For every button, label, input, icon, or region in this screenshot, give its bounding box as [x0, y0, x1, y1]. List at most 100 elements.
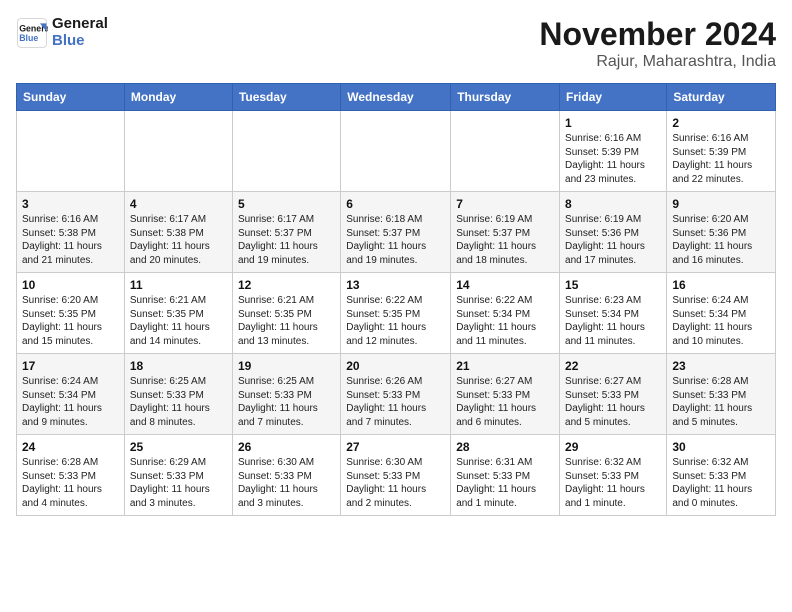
day-number: 8 — [565, 197, 661, 211]
page-header: General Blue General Blue November 2024 … — [16, 16, 776, 71]
day-info: Sunrise: 6:16 AM Sunset: 5:38 PM Dayligh… — [22, 213, 119, 267]
day-cell: 22 Sunrise: 6:27 AM Sunset: 5:33 PM Dayli… — [560, 354, 667, 435]
day-info: Sunrise: 6:17 AM Sunset: 5:37 PM Dayligh… — [238, 213, 335, 267]
day-number: 15 — [565, 278, 661, 292]
day-info: Sunrise: 6:27 AM Sunset: 5:33 PM Dayligh… — [456, 375, 554, 429]
day-cell: 19 Sunrise: 6:25 AM Sunset: 5:33 PM Dayli… — [232, 354, 340, 435]
day-info: Sunrise: 6:30 AM Sunset: 5:33 PM Dayligh… — [346, 456, 445, 510]
day-cell: 10 Sunrise: 6:20 AM Sunset: 5:35 PM Dayli… — [17, 273, 125, 354]
day-info: Sunrise: 6:17 AM Sunset: 5:38 PM Dayligh… — [130, 213, 227, 267]
day-number: 11 — [130, 278, 227, 292]
day-number: 9 — [672, 197, 770, 211]
day-cell: 2Sunrise: 6:16 AM Sunset: 5:39 PM Daylig… — [667, 111, 776, 192]
calendar-table: SundayMondayTuesdayWednesdayThursdayFrid… — [16, 83, 776, 516]
day-cell: 24 Sunrise: 6:28 AM Sunset: 5:33 PM Dayli… — [17, 435, 125, 516]
day-cell: 20 Sunrise: 6:26 AM Sunset: 5:33 PM Dayli… — [341, 354, 451, 435]
day-number: 3 — [22, 197, 119, 211]
day-number: 2 — [672, 116, 770, 130]
day-info: Sunrise: 6:21 AM Sunset: 5:35 PM Dayligh… — [130, 294, 227, 348]
weekday-header-thursday: Thursday — [451, 84, 560, 111]
day-cell: 13 Sunrise: 6:22 AM Sunset: 5:35 PM Dayli… — [341, 273, 451, 354]
day-info: Sunrise: 6:27 AM Sunset: 5:33 PM Dayligh… — [565, 375, 661, 429]
day-number: 30 — [672, 440, 770, 454]
day-number: 19 — [238, 359, 335, 373]
day-number: 20 — [346, 359, 445, 373]
day-info: Sunrise: 6:18 AM Sunset: 5:37 PM Dayligh… — [346, 213, 445, 267]
day-number: 22 — [565, 359, 661, 373]
day-number: 7 — [456, 197, 554, 211]
day-cell — [451, 111, 560, 192]
weekday-header-row: SundayMondayTuesdayWednesdayThursdayFrid… — [17, 84, 776, 111]
day-info: Sunrise: 6:32 AM Sunset: 5:33 PM Dayligh… — [565, 456, 661, 510]
week-row-3: 10 Sunrise: 6:20 AM Sunset: 5:35 PM Dayli… — [17, 273, 776, 354]
day-number: 10 — [22, 278, 119, 292]
day-cell: 1 Sunrise: 6:16 AM Sunset: 5:39 PM Daylig… — [560, 111, 667, 192]
day-number: 6 — [346, 197, 445, 211]
logo-icon: General Blue — [16, 17, 48, 49]
day-number: 4 — [130, 197, 227, 211]
day-info: Sunrise: 6:22 AM Sunset: 5:35 PM Dayligh… — [346, 294, 445, 348]
day-info: Sunrise: 6:28 AM Sunset: 5:33 PM Dayligh… — [22, 456, 119, 510]
day-cell: 29 Sunrise: 6:32 AM Sunset: 5:33 PM Dayli… — [560, 435, 667, 516]
day-number: 23 — [672, 359, 770, 373]
day-cell — [232, 111, 340, 192]
month-title: November 2024 — [539, 16, 776, 53]
day-number: 27 — [346, 440, 445, 454]
day-cell: 3 Sunrise: 6:16 AM Sunset: 5:38 PM Daylig… — [17, 192, 125, 273]
weekday-header-friday: Friday — [560, 84, 667, 111]
day-number: 1 — [565, 116, 661, 130]
day-cell — [17, 111, 125, 192]
day-cell: 14Sunrise: 6:22 AM Sunset: 5:34 PM Dayli… — [451, 273, 560, 354]
day-info: Sunrise: 6:19 AM Sunset: 5:37 PM Dayligh… — [456, 213, 554, 267]
day-number: 26 — [238, 440, 335, 454]
day-cell: 12 Sunrise: 6:21 AM Sunset: 5:35 PM Dayli… — [232, 273, 340, 354]
day-info: Sunrise: 6:26 AM Sunset: 5:33 PM Dayligh… — [346, 375, 445, 429]
day-number: 28 — [456, 440, 554, 454]
day-number: 16 — [672, 278, 770, 292]
day-info: Sunrise: 6:24 AM Sunset: 5:34 PM Dayligh… — [672, 294, 770, 348]
day-cell: 18 Sunrise: 6:25 AM Sunset: 5:33 PM Dayli… — [124, 354, 232, 435]
day-cell: 16 Sunrise: 6:24 AM Sunset: 5:34 PM Dayli… — [667, 273, 776, 354]
day-number: 29 — [565, 440, 661, 454]
day-number: 18 — [130, 359, 227, 373]
weekday-header-monday: Monday — [124, 84, 232, 111]
day-info: Sunrise: 6:32 AM Sunset: 5:33 PM Dayligh… — [672, 456, 770, 510]
day-info: Sunrise: 6:16 AM Sunset: 5:39 PM Dayligh… — [565, 132, 661, 186]
svg-text:Blue: Blue — [19, 33, 38, 43]
logo: General Blue General Blue — [16, 16, 108, 49]
day-info: Sunrise: 6:22 AM Sunset: 5:34 PM Dayligh… — [456, 294, 554, 348]
day-info: Sunrise: 6:20 AM Sunset: 5:36 PM Dayligh… — [672, 213, 770, 267]
day-info: Sunrise: 6:20 AM Sunset: 5:35 PM Dayligh… — [22, 294, 119, 348]
day-info: Sunrise: 6:25 AM Sunset: 5:33 PM Dayligh… — [130, 375, 227, 429]
day-cell: 25Sunrise: 6:29 AM Sunset: 5:33 PM Dayli… — [124, 435, 232, 516]
day-cell: 27 Sunrise: 6:30 AM Sunset: 5:33 PM Dayli… — [341, 435, 451, 516]
day-number: 12 — [238, 278, 335, 292]
week-row-5: 24 Sunrise: 6:28 AM Sunset: 5:33 PM Dayli… — [17, 435, 776, 516]
weekday-header-wednesday: Wednesday — [341, 84, 451, 111]
day-info: Sunrise: 6:23 AM Sunset: 5:34 PM Dayligh… — [565, 294, 661, 348]
week-row-1: 1 Sunrise: 6:16 AM Sunset: 5:39 PM Daylig… — [17, 111, 776, 192]
week-row-4: 17Sunrise: 6:24 AM Sunset: 5:34 PM Dayli… — [17, 354, 776, 435]
day-number: 21 — [456, 359, 554, 373]
day-info: Sunrise: 6:25 AM Sunset: 5:33 PM Dayligh… — [238, 375, 335, 429]
week-row-2: 3 Sunrise: 6:16 AM Sunset: 5:38 PM Daylig… — [17, 192, 776, 273]
weekday-header-sunday: Sunday — [17, 84, 125, 111]
day-cell: 11 Sunrise: 6:21 AM Sunset: 5:35 PM Dayli… — [124, 273, 232, 354]
weekday-header-tuesday: Tuesday — [232, 84, 340, 111]
day-cell: 23 Sunrise: 6:28 AM Sunset: 5:33 PM Dayli… — [667, 354, 776, 435]
day-info: Sunrise: 6:21 AM Sunset: 5:35 PM Dayligh… — [238, 294, 335, 348]
day-cell: 5Sunrise: 6:17 AM Sunset: 5:37 PM Daylig… — [232, 192, 340, 273]
day-cell: 7 Sunrise: 6:19 AM Sunset: 5:37 PM Daylig… — [451, 192, 560, 273]
day-number: 24 — [22, 440, 119, 454]
day-cell: 26Sunrise: 6:30 AM Sunset: 5:33 PM Dayli… — [232, 435, 340, 516]
day-info: Sunrise: 6:29 AM Sunset: 5:33 PM Dayligh… — [130, 456, 227, 510]
day-cell — [124, 111, 232, 192]
logo-general: General — [52, 16, 108, 33]
day-info: Sunrise: 6:31 AM Sunset: 5:33 PM Dayligh… — [456, 456, 554, 510]
day-cell: 30 Sunrise: 6:32 AM Sunset: 5:33 PM Dayli… — [667, 435, 776, 516]
day-info: Sunrise: 6:28 AM Sunset: 5:33 PM Dayligh… — [672, 375, 770, 429]
day-number: 13 — [346, 278, 445, 292]
day-cell: 9 Sunrise: 6:20 AM Sunset: 5:36 PM Daylig… — [667, 192, 776, 273]
day-cell: 6 Sunrise: 6:18 AM Sunset: 5:37 PM Daylig… — [341, 192, 451, 273]
day-cell: 8Sunrise: 6:19 AM Sunset: 5:36 PM Daylig… — [560, 192, 667, 273]
